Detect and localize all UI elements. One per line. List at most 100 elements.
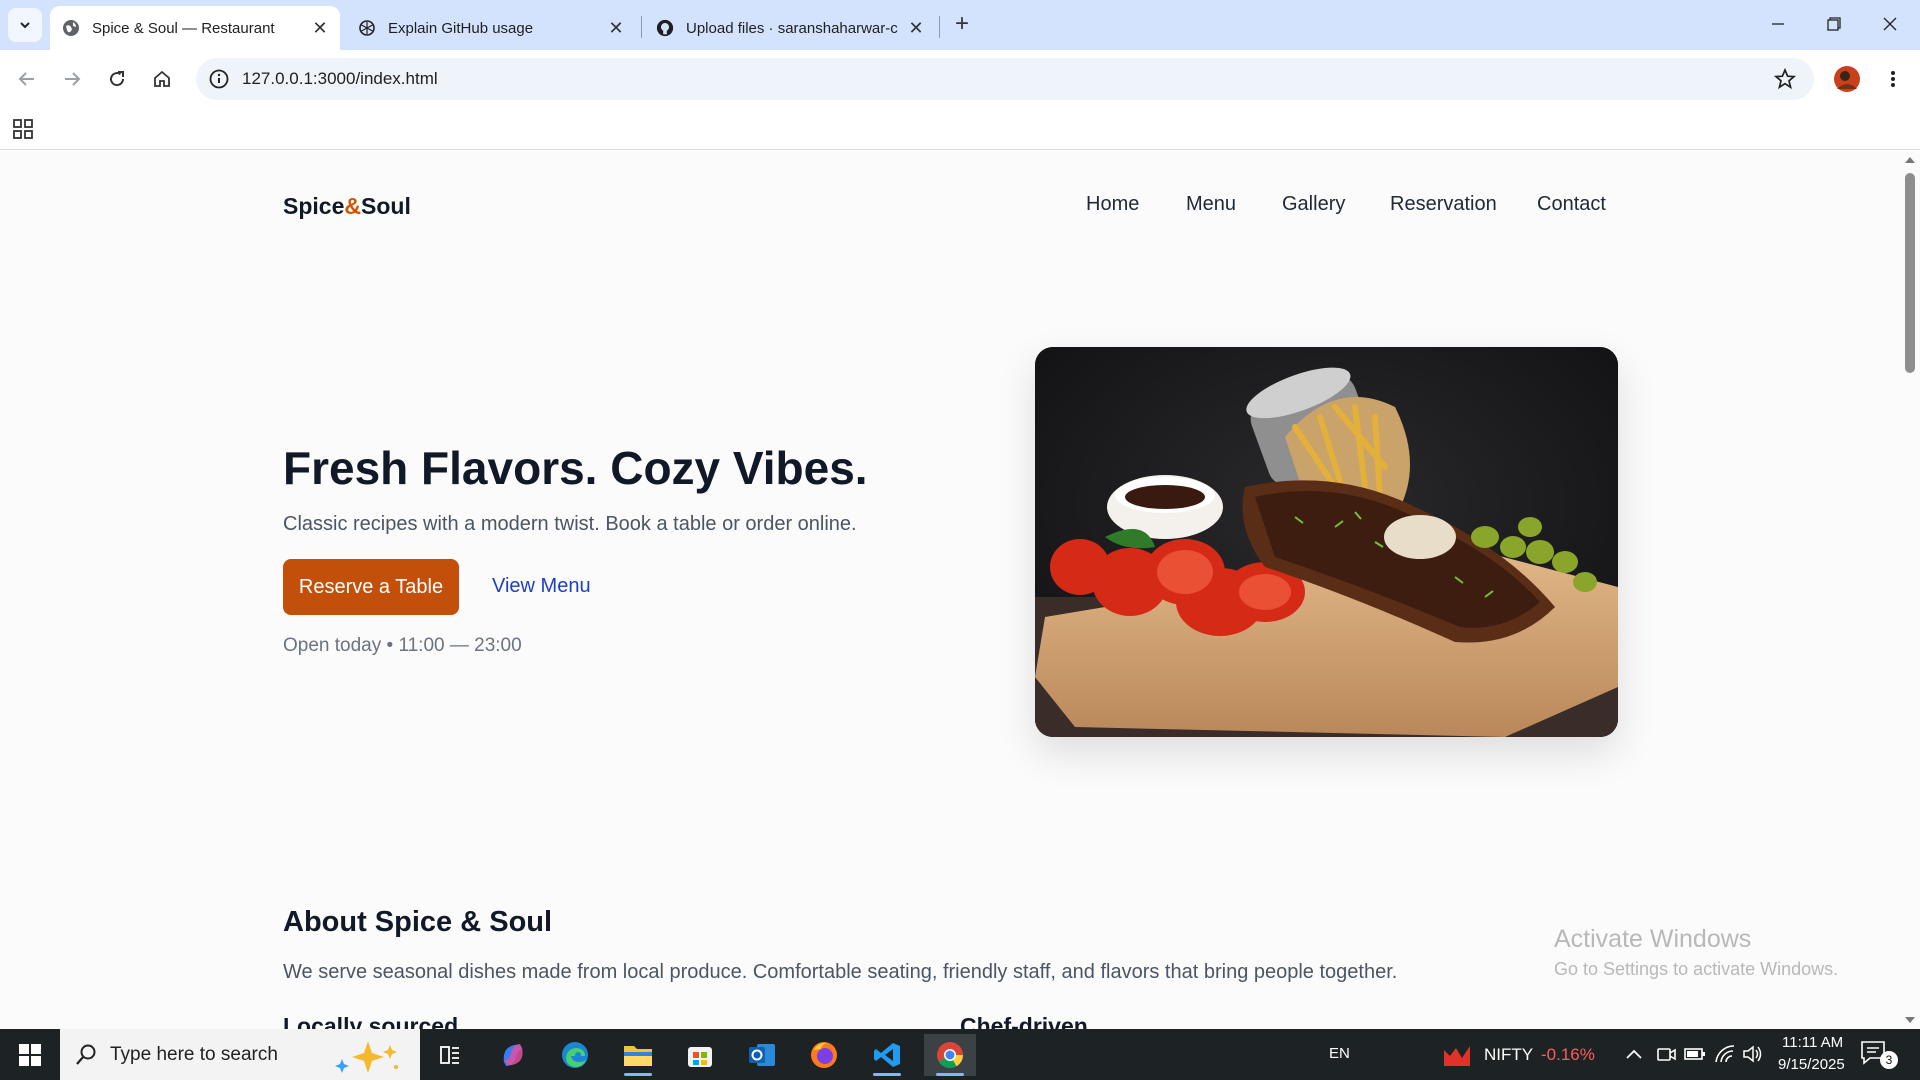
- brand-part-2: Soul: [361, 193, 411, 219]
- vscode-icon: [874, 1043, 900, 1067]
- vscode-button[interactable]: [861, 1034, 913, 1076]
- tab-title: Explain GitHub usage: [388, 19, 534, 37]
- battery-icon: [1684, 1048, 1705, 1060]
- info-icon[interactable]: [208, 68, 230, 95]
- scroll-thumb[interactable]: [1905, 173, 1915, 373]
- language-indicator[interactable]: EN: [1329, 1045, 1350, 1062]
- nav-home[interactable]: Home: [1086, 193, 1139, 216]
- stock-chart-icon: [1444, 1046, 1470, 1066]
- browser-toolbar: 127.0.0.1:3000/index.html: [0, 50, 1920, 108]
- globe-icon: [62, 19, 80, 37]
- close-window-button[interactable]: [1862, 0, 1918, 48]
- reload-button[interactable]: [100, 62, 134, 96]
- more-menu-button[interactable]: [1876, 62, 1910, 96]
- microsoft-store-button[interactable]: [674, 1034, 726, 1076]
- tab-github-usage[interactable]: Explain GitHub usage ✕: [346, 6, 636, 50]
- restore-button[interactable]: [1806, 0, 1862, 48]
- nav-menu[interactable]: Menu: [1186, 193, 1236, 216]
- restore-icon: [1827, 17, 1841, 31]
- start-button[interactable]: [0, 1029, 60, 1080]
- tab-title: Upload files · saranshaharwar-c: [686, 19, 898, 37]
- volume-icon: [1743, 1045, 1762, 1063]
- brand-ampersand: &: [344, 193, 361, 219]
- running-indicator: [873, 1073, 901, 1076]
- close-icon[interactable]: ✕: [604, 16, 628, 40]
- notification-badge: 3: [1880, 1051, 1898, 1069]
- running-indicator: [624, 1073, 652, 1076]
- url-text[interactable]: 127.0.0.1:3000/index.html: [242, 69, 438, 89]
- restaurant-page: Spice&Soul Home Menu Gallery Reservation…: [0, 151, 1900, 1029]
- view-menu-link[interactable]: View Menu: [492, 575, 591, 598]
- nav-contact[interactable]: Contact: [1537, 193, 1606, 216]
- new-tab-button[interactable]: +: [948, 10, 976, 38]
- running-indicator: [936, 1073, 964, 1076]
- nav-reservation[interactable]: Reservation: [1390, 193, 1497, 216]
- tab-separator: [641, 16, 642, 38]
- windows-taskbar: Type here to search EN NIFTY -0.16% 11:1…: [0, 1029, 1920, 1080]
- sparkle-icon: [335, 1041, 398, 1073]
- back-button[interactable]: [10, 62, 44, 96]
- wifi-icon: [1715, 1045, 1735, 1063]
- clock-time[interactable]: 11:11 AM: [1782, 1034, 1843, 1051]
- tab-upload-files[interactable]: Upload files · saranshaharwar-c ✕: [644, 6, 936, 50]
- nav-gallery[interactable]: Gallery: [1282, 193, 1345, 216]
- home-icon: [154, 70, 170, 87]
- edge-button[interactable]: [549, 1034, 601, 1076]
- arrow-right-icon: [65, 72, 81, 86]
- home-button[interactable]: [145, 62, 179, 96]
- tab-title: Spice & Soul — Restaurant: [92, 19, 275, 37]
- clock-date[interactable]: 9/15/2025: [1778, 1056, 1845, 1073]
- bookmarks-bar: [0, 108, 1920, 150]
- taskbar-search-box[interactable]: Type here to search: [60, 1029, 420, 1080]
- browser-tab-strip: Spice & Soul — Restaurant ✕ Explain GitH…: [0, 0, 1920, 50]
- search-icon: [76, 1044, 96, 1065]
- firefox-button[interactable]: [798, 1034, 850, 1076]
- minimize-icon: [1772, 23, 1784, 25]
- page-scrollbar[interactable]: [1900, 151, 1920, 1029]
- task-view-icon: [440, 1046, 459, 1064]
- feature-locally-sourced: Locally sourced: [283, 1013, 459, 1029]
- outlook-button[interactable]: [736, 1034, 788, 1076]
- chrome-button[interactable]: [924, 1034, 976, 1076]
- profile-avatar[interactable]: [1830, 62, 1864, 96]
- store-icon: [688, 1047, 712, 1067]
- arrow-left-icon: [18, 72, 34, 86]
- address-bar[interactable]: 127.0.0.1:3000/index.html: [196, 58, 1814, 100]
- task-view-button[interactable]: [424, 1034, 476, 1076]
- search-placeholder: Type here to search: [110, 1044, 278, 1065]
- forward-button[interactable]: [55, 62, 89, 96]
- hero-food-image: [1035, 347, 1618, 737]
- windows-logo-icon: [19, 1043, 41, 1066]
- firefox-icon: [811, 1042, 837, 1068]
- tab-spice-soul[interactable]: Spice & Soul — Restaurant ✕: [50, 6, 340, 50]
- notification-center-button[interactable]: 3: [1860, 1039, 1900, 1071]
- minimize-button[interactable]: [1750, 0, 1806, 48]
- close-icon[interactable]: ✕: [308, 16, 332, 40]
- feature-chef-driven: Chef-driven: [960, 1013, 1088, 1029]
- outlook-icon: [749, 1044, 775, 1066]
- apps-grid-icon[interactable]: [13, 119, 33, 144]
- github-icon: [656, 19, 674, 37]
- edge-icon: [562, 1042, 588, 1068]
- chrome-icon: [937, 1042, 964, 1069]
- about-text: We serve seasonal dishes made from local…: [283, 961, 1398, 983]
- activate-windows-title: Activate Windows: [1554, 925, 1752, 953]
- copilot-button[interactable]: [487, 1034, 539, 1076]
- chevron-up-icon: [1626, 1049, 1642, 1059]
- tab-search-button[interactable]: [8, 8, 42, 42]
- ticker-change[interactable]: -0.16%: [1541, 1045, 1595, 1065]
- close-icon[interactable]: ✕: [904, 16, 928, 40]
- scroll-down-arrow-icon: [1905, 1017, 1915, 1023]
- meet-icon: [1657, 1048, 1676, 1061]
- hero-subtitle: Classic recipes with a modern twist. Boo…: [283, 513, 857, 535]
- reserve-table-button[interactable]: Reserve a Table: [283, 559, 459, 615]
- chevron-down-icon: [20, 22, 30, 29]
- site-logo[interactable]: Spice&Soul: [283, 193, 411, 220]
- brand-part-1: Spice: [283, 193, 345, 219]
- file-explorer-button[interactable]: [612, 1034, 664, 1076]
- star-icon[interactable]: [1773, 67, 1797, 95]
- ticker-name[interactable]: NIFTY: [1484, 1045, 1533, 1065]
- activate-windows-subtitle: Go to Settings to activate Windows.: [1554, 959, 1839, 979]
- close-icon: [1883, 17, 1897, 31]
- hero-title: Fresh Flavors. Cozy Vibes.: [283, 442, 868, 494]
